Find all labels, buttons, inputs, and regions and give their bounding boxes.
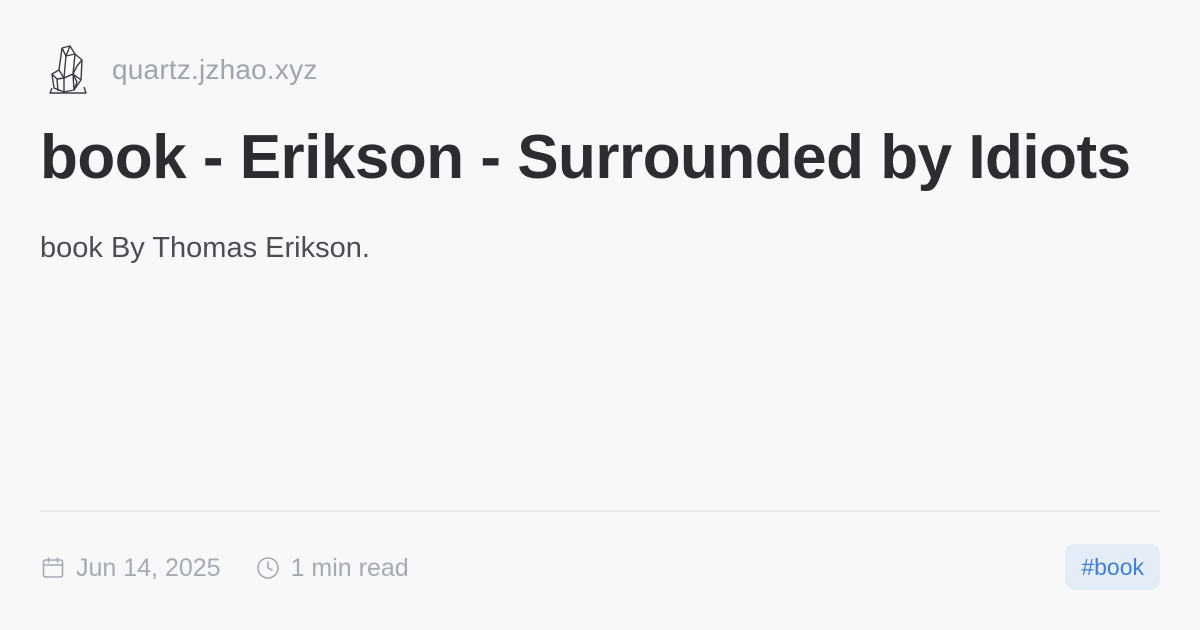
article-meta: Jun 14, 2025 1 min read xyxy=(40,548,409,588)
site-header: quartz.jzhao.xyz xyxy=(40,40,318,100)
og-card: quartz.jzhao.xyz book - Erikson - Surrou… xyxy=(0,0,1200,630)
date-text: Jun 14, 2025 xyxy=(76,553,221,582)
page-description: book By Thomas Erikson. xyxy=(40,232,370,264)
clock-icon xyxy=(255,555,281,581)
date-meta: Jun 14, 2025 xyxy=(40,554,221,583)
read-time-text: 1 min read xyxy=(290,553,409,582)
crystal-logo-icon xyxy=(40,40,96,100)
page-title: book - Erikson - Surrounded by Idiots xyxy=(40,123,1131,192)
tag-book[interactable]: #book xyxy=(1065,544,1160,590)
divider xyxy=(40,510,1160,512)
site-name[interactable]: quartz.jzhao.xyz xyxy=(112,54,318,86)
read-time-meta: 1 min read xyxy=(255,554,409,583)
calendar-icon xyxy=(40,555,66,581)
